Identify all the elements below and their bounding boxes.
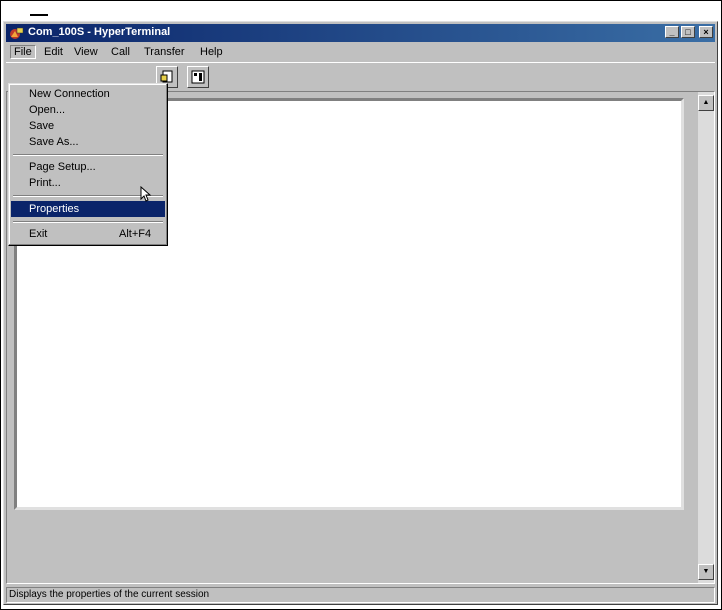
scroll-down-button[interactable]: ▼ xyxy=(698,564,714,580)
properties-icon xyxy=(191,70,205,84)
scroll-up-button[interactable]: ▲ xyxy=(698,95,714,111)
properties-button[interactable] xyxy=(187,66,209,88)
hyperterminal-window: Com_100S - HyperTerminal _ □ × File Edit… xyxy=(3,21,718,605)
file-menu-dropdown: New Connection Open... Save Save As... P… xyxy=(8,83,168,246)
menu-item-save[interactable]: Save xyxy=(11,118,165,134)
menu-item-label: Exit xyxy=(29,228,48,240)
mouse-pointer-icon xyxy=(140,186,152,202)
menu-item-new-connection[interactable]: New Connection xyxy=(11,86,165,102)
menu-separator xyxy=(13,154,163,156)
hyperterminal-app-icon[interactable] xyxy=(9,25,25,41)
window-title: Com_100S - HyperTerminal xyxy=(28,26,171,38)
menu-item-page-setup[interactable]: Page Setup... xyxy=(11,159,165,175)
menu-item-label: Save xyxy=(29,120,55,132)
menu-bar: File Edit View Call Transfer Help xyxy=(6,43,715,61)
background-fragment xyxy=(30,14,48,16)
menu-item-properties[interactable]: Properties xyxy=(11,201,165,217)
menu-transfer[interactable]: Transfer xyxy=(140,45,189,59)
menu-item-label: Save As... xyxy=(29,136,79,148)
menu-separator xyxy=(13,221,163,223)
vertical-scrollbar[interactable]: ▲ ▼ xyxy=(698,92,714,583)
menu-file[interactable]: File xyxy=(10,45,36,59)
menu-item-label: Page Setup... xyxy=(29,161,96,173)
menu-call[interactable]: Call xyxy=(107,45,134,59)
minimize-button[interactable]: _ xyxy=(665,26,679,38)
menu-help[interactable]: Help xyxy=(196,45,227,59)
menu-item-shortcut: Alt+F4 xyxy=(119,228,152,240)
status-bar: Displays the properties of the current s… xyxy=(6,585,715,603)
menu-item-label: Print... xyxy=(29,177,61,189)
menu-item-exit[interactable]: Exit Alt+F4 xyxy=(11,226,165,242)
close-button[interactable]: × xyxy=(699,26,713,38)
maximize-button[interactable]: □ xyxy=(681,26,695,38)
status-text: Displays the properties of the current s… xyxy=(6,587,715,603)
menu-edit[interactable]: Edit xyxy=(40,45,67,59)
menu-item-label: New Connection xyxy=(29,88,110,100)
menu-item-open[interactable]: Open... xyxy=(11,102,165,118)
title-bar[interactable]: Com_100S - HyperTerminal _ □ × xyxy=(6,24,715,42)
menu-item-save-as[interactable]: Save As... xyxy=(11,134,165,150)
menu-item-label: Open... xyxy=(29,104,66,116)
menu-item-label: Properties xyxy=(29,203,80,215)
menu-view[interactable]: View xyxy=(70,45,102,59)
